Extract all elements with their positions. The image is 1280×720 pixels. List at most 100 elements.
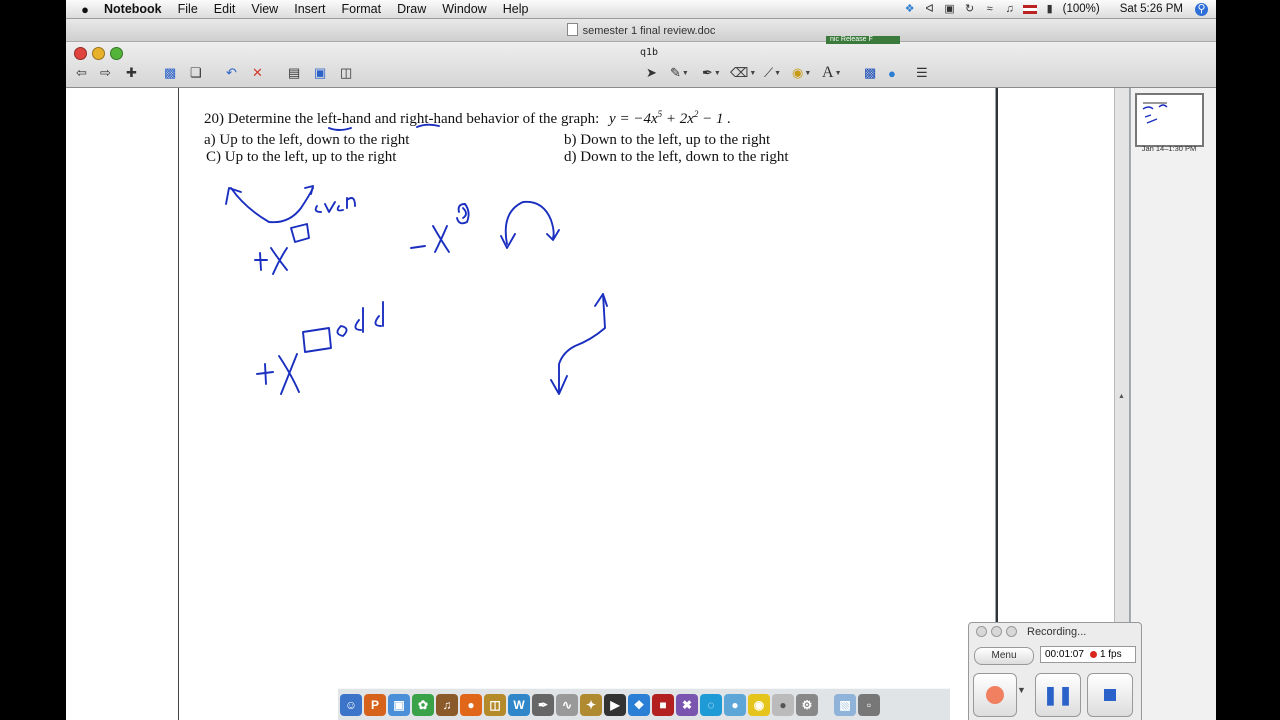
safari-icon[interactable]: ❖	[628, 693, 650, 716]
menu-draw[interactable]: Draw	[389, 2, 434, 16]
menu-help[interactable]: Help	[495, 2, 537, 16]
window-controls	[74, 47, 123, 60]
text-icon[interactable]: A ▼	[822, 64, 842, 82]
stop-button[interactable]	[1087, 673, 1133, 717]
menu-window[interactable]: Window	[434, 2, 494, 16]
bluetooth-icon[interactable]: ᐊ	[923, 3, 937, 15]
paste-icon[interactable]: ❏	[190, 64, 202, 82]
wifi-icon[interactable]: ≈	[983, 3, 997, 15]
web-icon[interactable]: ●	[888, 64, 896, 82]
creative-pen-icon[interactable]: ✒ ▼	[702, 64, 721, 82]
capture-icon[interactable]: ◫	[340, 64, 352, 82]
properties-icon[interactable]: ▩	[864, 64, 876, 82]
full-screen-icon[interactable]: ▣	[314, 64, 326, 82]
document-title-bar: semester 1 final review.doc	[66, 19, 1216, 42]
fill-icon[interactable]: ◉ ▼	[792, 64, 811, 82]
screen-shade-icon[interactable]: ▤	[288, 64, 300, 82]
volume-icon[interactable]: ♫	[1003, 3, 1017, 15]
imovie-icon[interactable]: ▶	[604, 693, 626, 716]
apple-icon[interactable]: ●	[772, 693, 794, 716]
window-title: semester 1 final review.doc	[66, 23, 1216, 37]
spotlight-search-icon[interactable]: ⚲	[1195, 2, 1208, 16]
word-icon[interactable]: W	[508, 693, 530, 716]
forward-page-icon[interactable]: ⇨	[100, 64, 111, 82]
pen-icon[interactable]: ✎ ▼	[670, 64, 689, 82]
recorder-window-controls	[976, 626, 1017, 637]
menu-file[interactable]: File	[170, 2, 206, 16]
smart-notebook-icon[interactable]: ◉	[748, 693, 770, 716]
underline-left-hand	[328, 127, 352, 131]
record-icon	[986, 686, 1004, 704]
pause-button[interactable]: ❚❚	[1035, 673, 1081, 717]
circled-six	[456, 203, 470, 225]
desktop-item-label: nic Release F	[826, 36, 900, 44]
preview-icon[interactable]: ▣	[388, 693, 410, 716]
arc-up-both	[230, 187, 314, 224]
page-thumbnail[interactable]	[1135, 93, 1204, 147]
plus-x-odd	[256, 353, 300, 395]
app-store-icon[interactable]: ◌	[700, 693, 722, 716]
recorder-title: Recording...	[1027, 626, 1087, 638]
box-odd	[302, 327, 332, 353]
inspiration-icon[interactable]: ✿	[412, 693, 434, 716]
curve-up-arrowhead	[594, 293, 608, 307]
ichat-icon[interactable]: ●	[724, 693, 746, 716]
word-even	[314, 197, 356, 213]
handwriting-layer	[225, 123, 608, 395]
window-title-text: semester 1 final review.doc	[582, 25, 716, 37]
star-app-icon[interactable]: ✦	[580, 693, 602, 716]
pages-icon[interactable]: P	[364, 693, 386, 716]
record-options-arrow-icon[interactable]: ▼	[1017, 685, 1026, 695]
trash-icon[interactable]: ▫	[858, 693, 880, 716]
thumbnail-sketch	[1142, 102, 1168, 124]
undo-icon[interactable]: ↶	[226, 64, 237, 82]
thumbnail-date: Jan 14–1:30 PM	[1141, 144, 1197, 153]
system-prefs-icon[interactable]: ⚙	[796, 693, 818, 716]
minimize-window-icon[interactable]	[92, 47, 105, 60]
toolbar-options-icon[interactable]: ☰	[916, 64, 928, 82]
add-page-icon[interactable]: ✚	[126, 64, 137, 82]
photo-app-icon[interactable]: ◫	[484, 693, 506, 716]
menu-view[interactable]: View	[243, 2, 286, 16]
menu-insert[interactable]: Insert	[286, 2, 333, 16]
recorder-minimize-icon[interactable]	[991, 626, 1002, 637]
zoom-window-icon[interactable]	[110, 47, 123, 60]
time-machine-icon[interactable]: ↻	[963, 3, 977, 15]
menu-clock[interactable]: Sat 5:26 PM	[1120, 3, 1183, 15]
delete-icon[interactable]: ✕	[252, 64, 263, 82]
save-icon[interactable]: ▩	[164, 64, 176, 82]
us-flag-icon[interactable]	[1022, 4, 1037, 14]
firefox-icon[interactable]: ●	[460, 693, 482, 716]
arc-down-left-arrowhead	[500, 233, 516, 249]
dropbox-icon[interactable]: ❖	[903, 3, 917, 15]
close-window-icon[interactable]	[74, 47, 87, 60]
menu-format[interactable]: Format	[333, 2, 389, 16]
screen: ● Notebook File Edit View Insert Format …	[66, 0, 1216, 720]
menu-edit[interactable]: Edit	[206, 2, 244, 16]
script-editor-icon[interactable]: ✒	[532, 693, 554, 716]
select-arrow-icon[interactable]: ➤	[646, 64, 657, 82]
apple-menu-icon[interactable]: ●	[74, 2, 96, 17]
line-icon[interactable]: ⟋ ▼	[764, 64, 781, 82]
recorder-close-icon[interactable]	[976, 626, 987, 637]
recorder-menu-button[interactable]: Menu	[974, 647, 1034, 665]
finder-icon[interactable]: ☺	[340, 693, 362, 716]
recording-dot-icon	[1089, 651, 1097, 658]
recorder-zoom-icon[interactable]	[1006, 626, 1017, 637]
menu-app-name[interactable]: Notebook	[96, 2, 170, 16]
documents-stack-icon[interactable]: ▧	[834, 693, 856, 716]
back-page-icon[interactable]: ⇦	[76, 64, 87, 82]
photo-booth-icon[interactable]: ■	[652, 693, 674, 716]
scroll-up-arrow-icon[interactable]: ▲	[1118, 393, 1125, 400]
graph-paper-icon[interactable]: ∿	[556, 693, 578, 716]
record-button[interactable]	[973, 673, 1017, 717]
calculator-app-icon[interactable]: ✖	[676, 693, 698, 716]
recorder-fps: 1 fps	[1099, 649, 1122, 660]
stop-icon	[1104, 689, 1116, 701]
display-icon[interactable]: ▣	[943, 3, 957, 15]
eraser-icon[interactable]: ⌫ ▼	[730, 64, 756, 82]
battery-icon[interactable]: ▮	[1043, 3, 1057, 15]
document-icon	[566, 23, 578, 36]
recorder-time: 00:01:07	[1045, 649, 1084, 660]
garageband-icon[interactable]: ♫	[436, 693, 458, 716]
